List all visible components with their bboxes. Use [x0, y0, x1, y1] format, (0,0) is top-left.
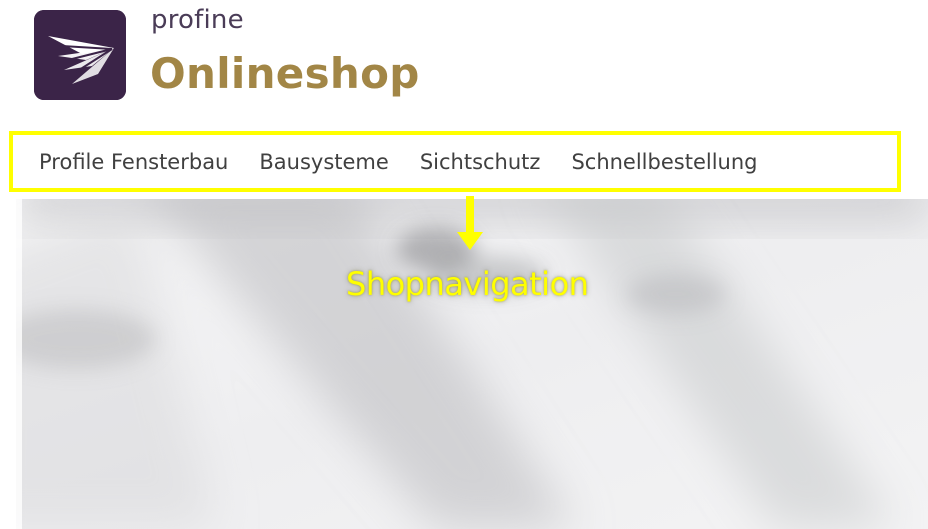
annotation-label: Shopnavigation: [346, 265, 589, 303]
profine-arrow-icon: [34, 10, 126, 100]
brand-name-small: profine: [151, 5, 244, 35]
nav-item-bausysteme[interactable]: Bausysteme: [259, 150, 388, 174]
logo-link[interactable]: [34, 10, 126, 100]
header: profine Onlineshop: [0, 0, 928, 125]
nav-item-sichtschutz[interactable]: Sichtschutz: [420, 150, 541, 174]
shop-navigation: Profile Fensterbau Bausysteme Sichtschut…: [9, 131, 901, 192]
brand-name-large: Onlineshop: [150, 49, 420, 98]
arrow-down-icon: [457, 196, 483, 250]
nav-item-profile-fensterbau[interactable]: Profile Fensterbau: [39, 150, 228, 174]
page: profine Onlineshop Profile Fensterbau Ba…: [0, 0, 928, 529]
nav-item-schnellbestellung[interactable]: Schnellbestellung: [571, 150, 757, 174]
